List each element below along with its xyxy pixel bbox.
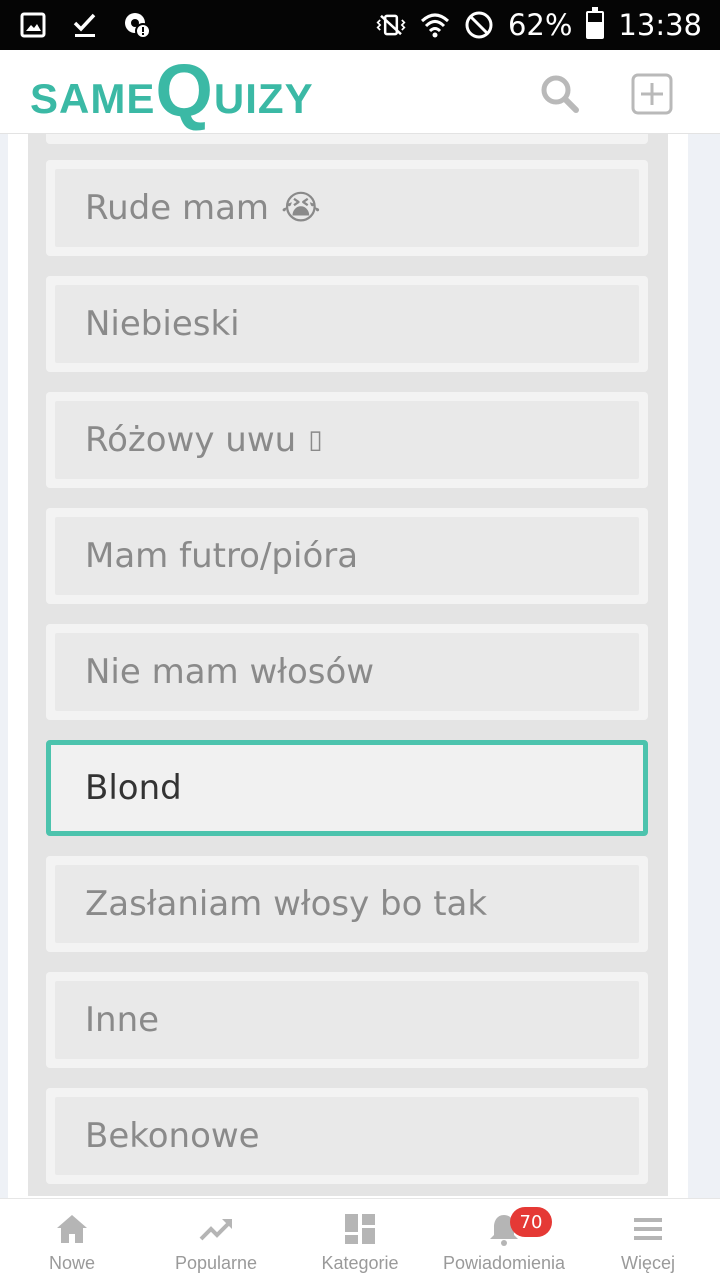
trending-icon [199,1219,232,1241]
image-icon [18,10,48,40]
check-icon [70,10,100,40]
search-icon [541,75,579,113]
do-not-disturb-icon [464,10,494,40]
crying-emoji: 😭 [281,188,321,228]
answer-option[interactable]: Niebieski [46,276,648,372]
clock: 13:38 [618,8,702,42]
answer-option[interactable]: Rude mam 😭 [46,160,648,256]
notification-badge: 70 [510,1207,552,1237]
nav-item-powiadomienia[interactable]: Powiadomienia 70 [432,1199,576,1280]
answer-option[interactable]: Zasłaniam włosy bo tak [46,856,648,952]
add-icon [631,73,673,115]
answer-option-selected[interactable]: Blond [46,740,648,836]
vibrate-icon [376,10,406,40]
battery-icon [586,7,605,39]
home-icon [57,1215,87,1243]
nav-item-nowe[interactable]: Nowe [0,1199,144,1280]
dashboard-icon [345,1214,375,1244]
answer-option[interactable]: Bekonowe [46,1088,648,1184]
answer-option[interactable]: Mam futro/pióra [46,508,648,604]
settings-alert-icon [122,10,152,40]
nav-item-kategorie[interactable]: Kategorie [288,1199,432,1280]
nav-item-popularne[interactable]: Popularne [144,1199,288,1280]
add-quiz-button[interactable] [630,72,674,116]
missing-glyph-emoji: ▯ [308,425,323,455]
menu-icon [634,1218,662,1240]
search-button[interactable] [538,72,582,116]
bottom-navigation: Nowe Popularne Kategorie Powiadomienia 7… [0,1198,720,1280]
app-header: SAME Q UIZY [0,50,720,134]
answer-option[interactable]: Nie mam włosów [46,624,648,720]
answer-option[interactable]: Różowy uwu ▯ [46,392,648,488]
battery-percent: 62% [507,8,573,42]
answer-option-partial[interactable] [46,134,648,144]
answer-option[interactable]: Inne [46,972,648,1068]
samequizy-logo[interactable]: SAME Q UIZY [30,54,314,132]
answers-list: Rude mam 😭 Niebieski Różowy uwu ▯ Mam futr… [28,134,668,1196]
wifi-icon [420,10,450,40]
nav-item-wiecej[interactable]: Więcej [576,1199,720,1280]
status-bar: 62% 13:38 [0,0,720,50]
